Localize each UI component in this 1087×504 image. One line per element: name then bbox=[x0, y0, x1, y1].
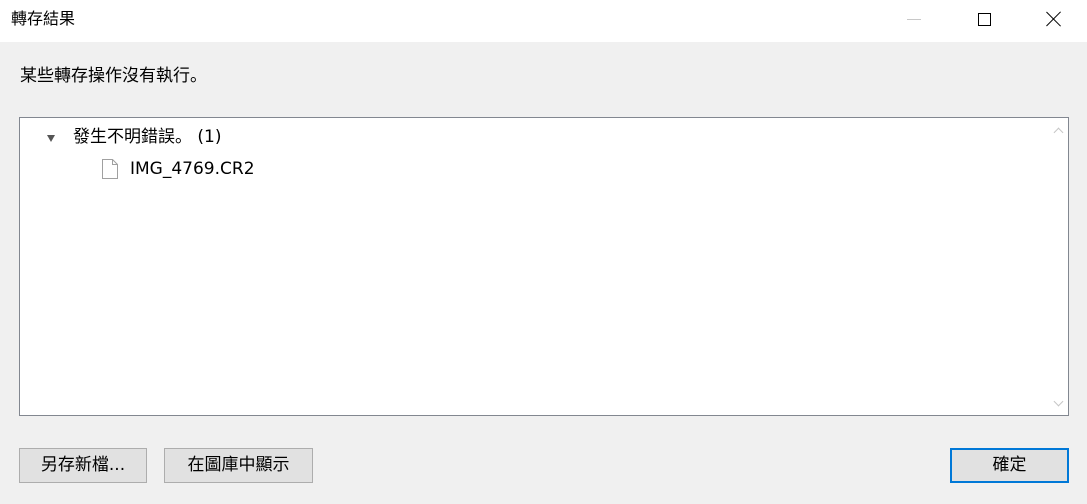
minimize-button[interactable] bbox=[891, 0, 937, 38]
chevron-down-icon bbox=[1053, 396, 1064, 406]
chevron-up-icon bbox=[1053, 127, 1064, 137]
result-tree[interactable]: 發生不明錯誤。 (1) IMG_4769.CR2 bbox=[19, 117, 1069, 416]
file-name: IMG_4769.CR2 bbox=[130, 159, 255, 179]
save-as-button[interactable]: 另存新檔... bbox=[19, 448, 147, 483]
scroll-up-button[interactable] bbox=[1049, 120, 1068, 140]
maximize-icon bbox=[977, 12, 991, 26]
vertical-scrollbar[interactable] bbox=[1049, 118, 1068, 415]
minimize-icon bbox=[907, 18, 921, 20]
tree-item-file[interactable]: IMG_4769.CR2 bbox=[102, 158, 255, 180]
close-icon bbox=[1046, 11, 1062, 27]
window-title: 轉存結果 bbox=[11, 9, 76, 28]
ok-button[interactable]: 確定 bbox=[950, 448, 1069, 483]
title-bar: 轉存結果 bbox=[0, 0, 1087, 42]
document-icon bbox=[102, 159, 118, 179]
show-in-library-button[interactable]: 在圖庫中顯示 bbox=[164, 448, 313, 483]
expand-triangle-icon[interactable] bbox=[47, 134, 55, 142]
tree-group-error[interactable]: 發生不明錯誤。 (1) bbox=[47, 126, 221, 148]
close-button[interactable] bbox=[1031, 0, 1077, 38]
tree-group-label: 發生不明錯誤。 (1) bbox=[73, 127, 222, 147]
scroll-down-button[interactable] bbox=[1049, 393, 1068, 413]
maximize-button[interactable] bbox=[961, 0, 1007, 38]
status-message: 某些轉存操作沒有執行。 bbox=[20, 66, 207, 86]
